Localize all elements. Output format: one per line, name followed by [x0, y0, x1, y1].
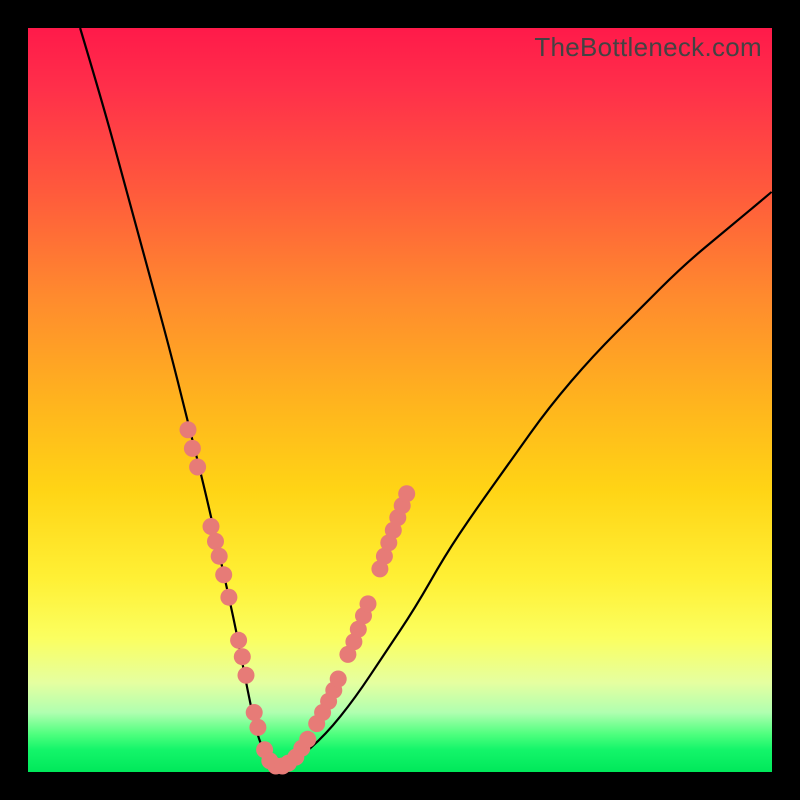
chart-frame: TheBottleneck.com — [0, 0, 800, 800]
bead-marker — [238, 667, 255, 684]
bead-marker — [189, 459, 206, 476]
bead-marker — [211, 548, 228, 565]
bead-marker — [330, 671, 347, 688]
bead-marker — [215, 566, 232, 583]
bead-marker — [230, 632, 247, 649]
curve-svg — [28, 28, 772, 772]
bead-marker — [360, 595, 377, 612]
beads-left — [180, 421, 297, 774]
bead-marker — [249, 719, 266, 736]
bead-marker — [220, 589, 237, 606]
bead-marker — [234, 648, 251, 665]
bead-marker — [180, 421, 197, 438]
bottleneck-curve — [80, 28, 772, 764]
bead-marker — [246, 704, 263, 721]
bead-marker — [398, 485, 415, 502]
bead-marker — [184, 440, 201, 457]
bead-marker — [203, 518, 220, 535]
bead-marker — [299, 731, 316, 748]
plot-area: TheBottleneck.com — [28, 28, 772, 772]
bead-marker — [207, 533, 224, 550]
beads-right — [287, 485, 415, 765]
